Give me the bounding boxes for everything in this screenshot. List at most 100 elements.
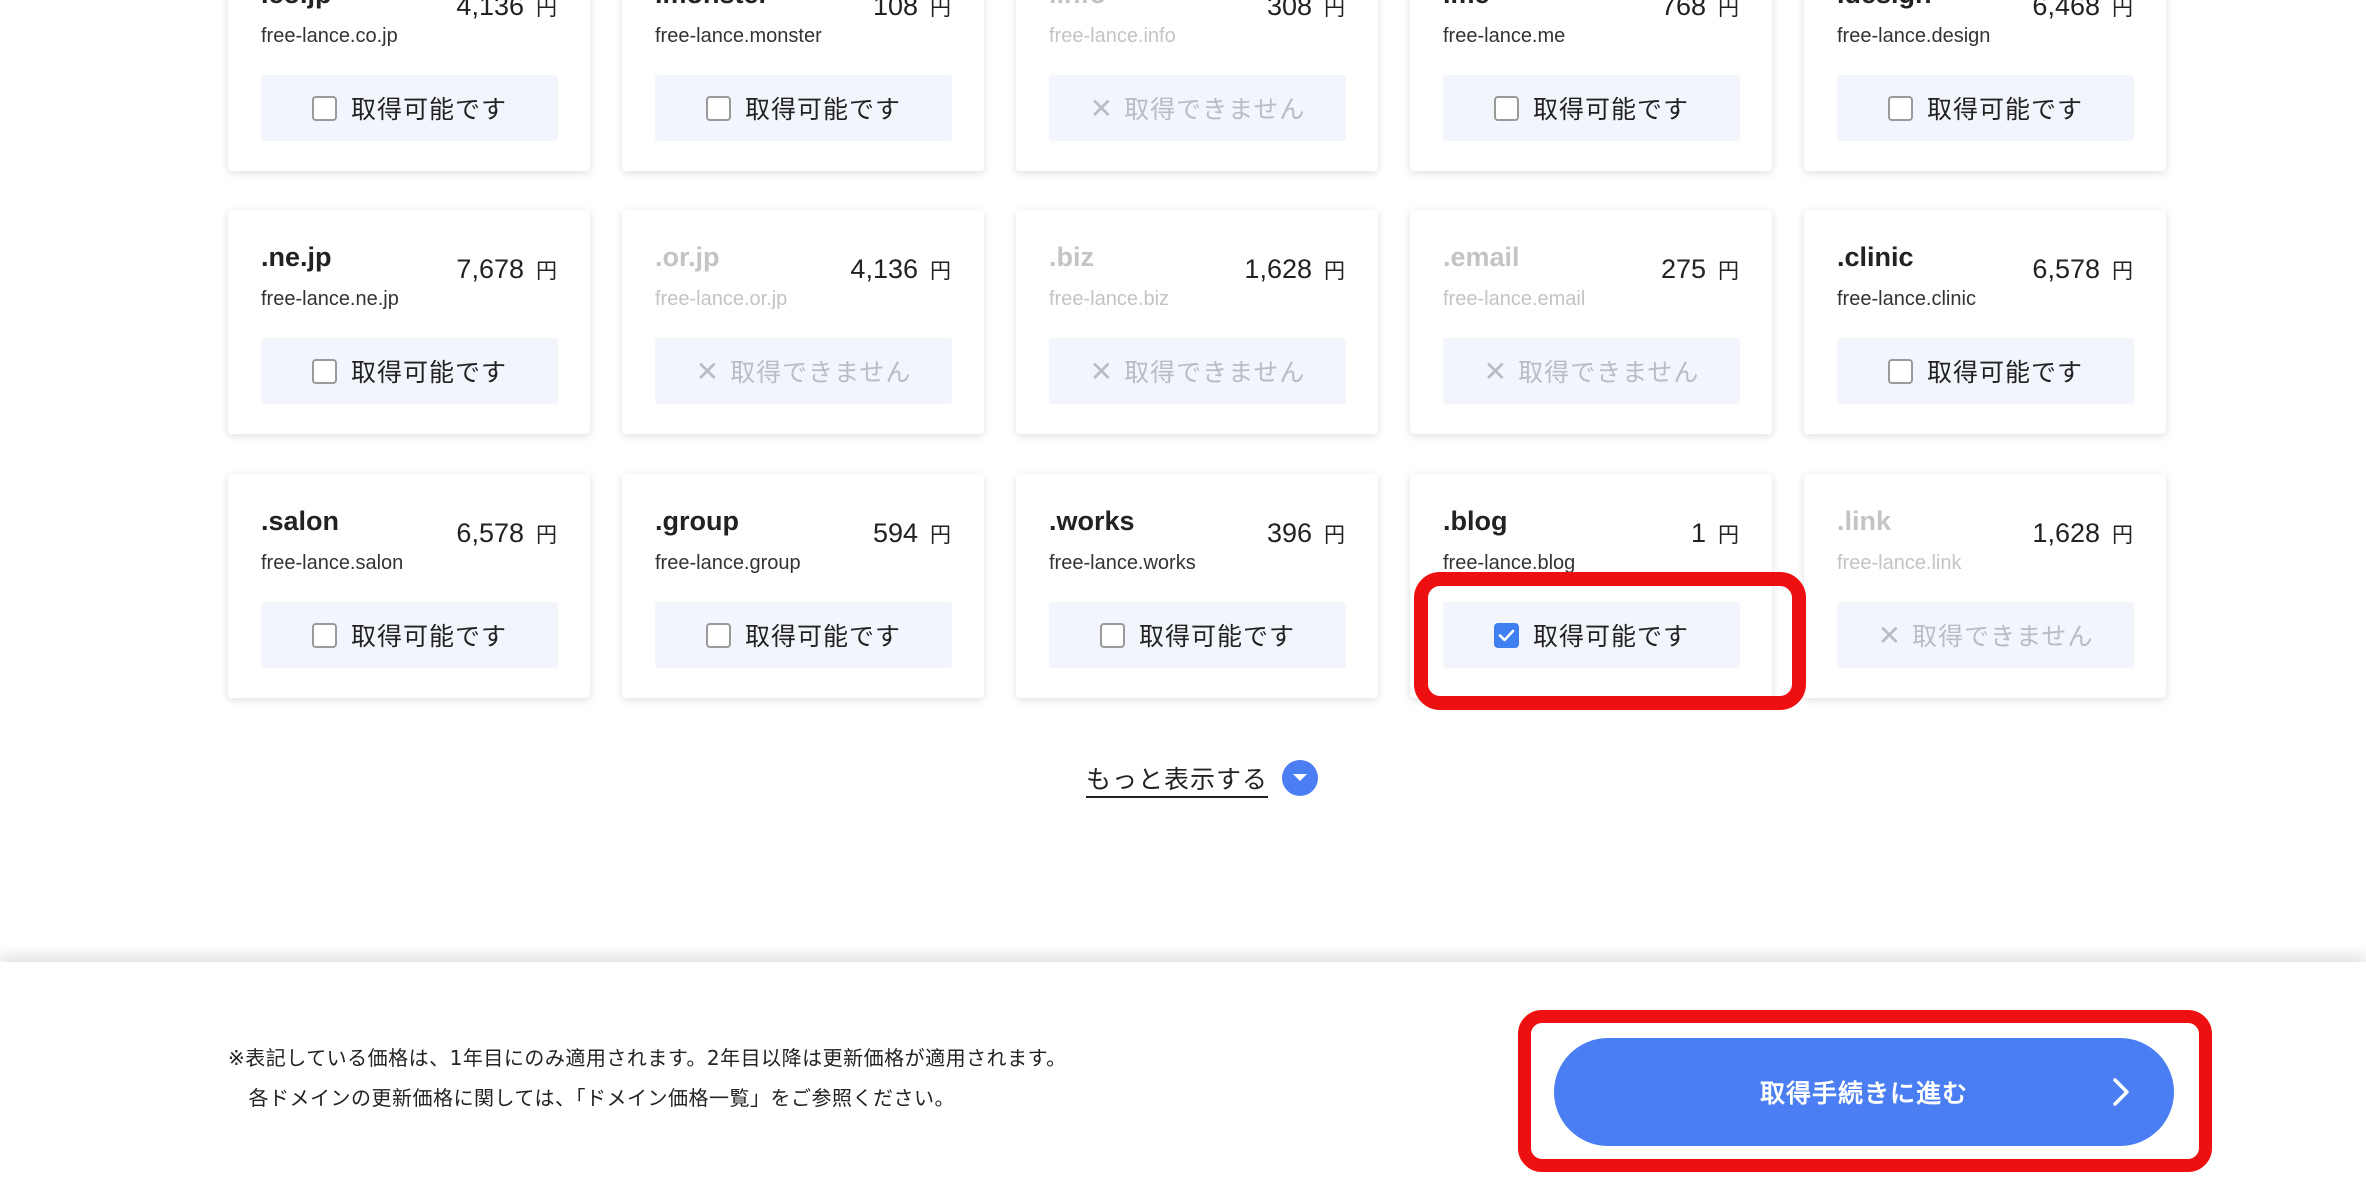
tld-label: .me	[1443, 0, 1490, 10]
price-value: 308	[1266, 0, 1312, 21]
price-value: 108	[872, 0, 918, 21]
domain-name: free-lance.co.jp	[261, 25, 398, 47]
price: 275 円	[1661, 254, 1739, 285]
footer-bar: ※表記している価格は、1年目にのみ適用されます。2年目以降は更新価格が適用されま…	[0, 962, 2366, 1188]
domain-card: .ne.jp free-lance.ne.jp 7,678 円取得可能です	[228, 210, 590, 434]
price-note-line-1: ※表記している価格は、1年目にのみ適用されます。2年目以降は更新価格が適用されま…	[228, 1046, 1067, 1070]
status-label: 取得可能です	[1138, 622, 1295, 651]
status-label: 取得可能です	[1926, 95, 2083, 124]
tld-label: .info	[1049, 0, 1106, 10]
tld-label: .link	[1837, 506, 1892, 536]
x-icon: ✕	[695, 354, 721, 388]
domain-card: .works free-lance.works 396 円取得可能です	[1016, 474, 1378, 698]
domain-card: .me free-lance.me 768 円取得可能です	[1410, 0, 1772, 171]
currency-label: 円	[1324, 523, 1345, 547]
x-icon: ✕	[1089, 91, 1115, 125]
domain-name: free-lance.link	[1837, 552, 1962, 574]
proceed-button[interactable]: 取得手続きに進む	[1554, 1038, 2174, 1146]
currency-label: 円	[930, 0, 951, 20]
price: 7,678 円	[456, 254, 557, 285]
domain-name: free-lance.info	[1049, 25, 1176, 47]
currency-label: 円	[1718, 523, 1739, 547]
price-value: 768	[1660, 0, 1706, 21]
tld-label: .works	[1049, 506, 1135, 536]
availability-toggle[interactable]: 取得可能です	[1837, 338, 2134, 404]
price-value: 275	[1660, 254, 1706, 284]
checkbox[interactable]	[1099, 622, 1125, 648]
price: 1円	[1691, 518, 1739, 549]
price: 1,628 円	[1244, 254, 1345, 285]
price: 4,136 円	[456, 0, 557, 22]
availability-toggle[interactable]: 取得可能です	[655, 75, 952, 141]
availability-toggle[interactable]: 取得可能です	[261, 338, 558, 404]
availability-status: ✕ 取得できません	[1049, 338, 1346, 404]
domain-name: free-lance.or.jp	[655, 288, 788, 310]
x-icon: ✕	[1483, 354, 1509, 388]
availability-toggle[interactable]: 取得可能です	[1443, 75, 1740, 141]
domain-card: .biz free-lance.biz 1,628 円 ✕ 取得できません	[1016, 210, 1378, 434]
price-value: 1,628	[2032, 518, 2100, 548]
checkbox[interactable]	[1887, 95, 1913, 121]
status-label: 取得できません	[1124, 358, 1306, 387]
status-label: 取得できません	[730, 358, 912, 387]
proceed-button-label: 取得手続きに進む	[1759, 1079, 1968, 1108]
status-label: 取得可能です	[744, 622, 901, 651]
x-icon: ✕	[1089, 354, 1115, 388]
price: 308 円	[1267, 0, 1345, 22]
domain-card: .email free-lance.email 275 円 ✕ 取得できません	[1410, 210, 1772, 434]
price: 768 円	[1661, 0, 1739, 22]
availability-status: ✕ 取得できません	[1049, 75, 1346, 141]
domain-name: free-lance.biz	[1049, 288, 1170, 310]
tld-label: .group	[655, 506, 739, 536]
checkbox[interactable]	[705, 95, 731, 121]
availability-status: ✕ 取得できません	[1837, 602, 2134, 668]
domain-name: free-lance.me	[1443, 25, 1566, 47]
availability-toggle[interactable]: 取得可能です	[1837, 75, 2134, 141]
currency-label: 円	[536, 259, 557, 283]
chevron-right-icon	[2112, 1077, 2130, 1113]
domain-card: .clinic free-lance.clinic 6,578 円取得可能です	[1804, 210, 2166, 434]
domain-name: free-lance.design	[1837, 25, 1991, 47]
currency-label: 円	[1324, 259, 1345, 283]
availability-status: ✕ 取得できません	[1443, 338, 1740, 404]
checkbox[interactable]	[311, 95, 337, 121]
tld-label: .monster	[655, 0, 769, 10]
checkbox[interactable]	[1493, 95, 1519, 121]
price: 1,628 円	[2032, 518, 2133, 549]
currency-label: 円	[2112, 523, 2133, 547]
domain-card: .info free-lance.info 308 円 ✕ 取得できません	[1016, 0, 1378, 171]
status-label: 取得可能です	[350, 358, 507, 387]
status-label: 取得可能です	[1532, 95, 1689, 124]
domain-card: .link free-lance.link 1,628 円 ✕ 取得できません	[1804, 474, 2166, 698]
domain-name: free-lance.ne.jp	[261, 288, 399, 310]
price-note-line-2: 各ドメインの更新価格に関しては、「ドメイン価格一覧」をご参照ください。	[228, 1086, 955, 1110]
status-label: 取得できません	[1518, 358, 1700, 387]
availability-toggle[interactable]: 取得可能です	[1049, 602, 1346, 668]
chevron-down-icon	[1282, 760, 1319, 796]
availability-toggle[interactable]: 取得可能です	[261, 602, 558, 668]
status-label: 取得可能です	[744, 95, 901, 124]
checkbox[interactable]	[311, 358, 337, 384]
price-value: 4,136	[850, 254, 918, 284]
availability-status: ✕ 取得できません	[655, 338, 952, 404]
price: 6,578 円	[456, 518, 557, 549]
tld-label: .ne.jp	[261, 242, 332, 272]
currency-label: 円	[536, 0, 557, 20]
domain-name: free-lance.email	[1443, 288, 1586, 310]
currency-label: 円	[2112, 259, 2133, 283]
price: 6,578 円	[2032, 254, 2133, 285]
status-label: 取得できません	[1124, 95, 1306, 124]
price: 396 円	[1267, 518, 1345, 549]
tld-label: .biz	[1049, 242, 1094, 272]
price-value: 6,578	[2032, 254, 2100, 284]
checkbox[interactable]	[311, 622, 337, 648]
availability-toggle[interactable]: 取得可能です	[655, 602, 952, 668]
price: 6,468 円	[2032, 0, 2133, 22]
status-label: 取得できません	[1912, 622, 2094, 651]
price-value: 594	[872, 518, 918, 548]
availability-toggle[interactable]: 取得可能です	[261, 75, 558, 141]
checkbox[interactable]	[1887, 358, 1913, 384]
checkbox[interactable]	[705, 622, 731, 648]
tld-label: .blog	[1443, 506, 1508, 536]
show-more-link[interactable]: もっと表示する	[1086, 760, 1319, 796]
